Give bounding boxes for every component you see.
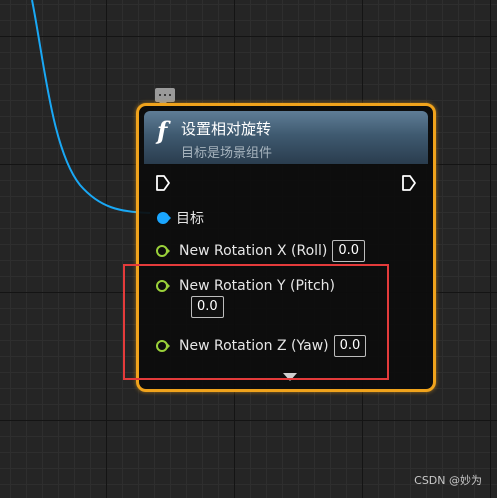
exec-out-pin-icon[interactable]	[401, 174, 417, 192]
rotation-x-value-input[interactable]: 0.0	[332, 240, 366, 262]
object-pin-icon[interactable]	[155, 210, 171, 226]
node-subtitle: 目标是场景组件	[181, 146, 273, 161]
blueprint-graph-canvas[interactable]: f 设置相对旋转 目标是场景组件 目标 New Rotation X (Roll…	[0, 0, 497, 498]
float-pin-icon[interactable]	[155, 243, 171, 259]
target-pin-row[interactable]: 目标	[155, 208, 204, 228]
watermark: CSDN @妙为	[414, 474, 482, 487]
exec-in-pin-icon[interactable]	[155, 174, 171, 192]
function-icon: f	[157, 116, 168, 145]
target-pin-label: 目标	[176, 211, 204, 227]
node-header[interactable]: f 设置相对旋转 目标是场景组件	[144, 111, 428, 164]
annotation-highlight-box	[123, 264, 389, 380]
rotation-x-label: New Rotation X (Roll)	[179, 243, 328, 259]
node-title: 设置相对旋转	[181, 120, 272, 138]
rotation-x-pin-row[interactable]: New Rotation X (Roll) 0.0	[155, 240, 366, 262]
comment-bubble-icon[interactable]	[155, 88, 175, 106]
